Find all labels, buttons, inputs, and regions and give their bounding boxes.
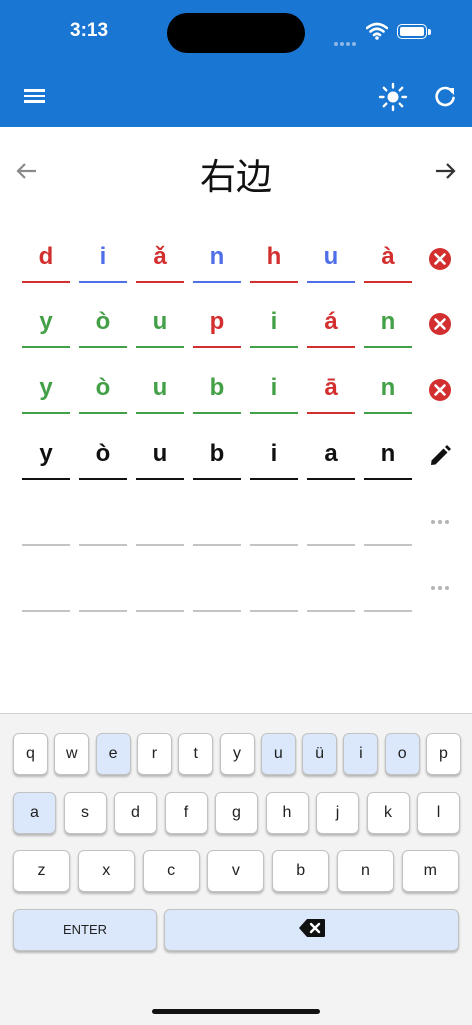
close-circle-icon [429, 379, 451, 401]
letter-cell [193, 564, 241, 612]
cellular-signal-icon [334, 33, 358, 51]
app-bar: 3:13 [0, 0, 472, 127]
more-horizontal-icon [431, 520, 449, 524]
key-p[interactable]: p [426, 733, 461, 775]
key-z[interactable]: z [13, 850, 70, 892]
letter-cell: ò [79, 366, 127, 414]
letter-cell: y [22, 366, 70, 414]
key-l[interactable]: l [417, 792, 460, 834]
key-f[interactable]: f [164, 792, 208, 834]
close-circle-icon [429, 248, 451, 270]
letter-cell: b [193, 432, 241, 480]
letter-cell [250, 564, 298, 612]
letter-cell: ò [79, 432, 127, 480]
wifi-icon [366, 22, 388, 40]
key-n[interactable]: n [337, 850, 394, 892]
letter-cell: y [22, 300, 70, 348]
backspace-button[interactable] [164, 909, 459, 951]
letter-cell: i [79, 235, 127, 283]
letter-cell [307, 564, 355, 612]
letter-cell [307, 498, 355, 546]
letter-cell: á [307, 300, 355, 348]
letter-cell: y [22, 432, 70, 480]
letter-cell: h [250, 235, 298, 283]
letter-cell: ǎ [136, 235, 184, 283]
key-v[interactable]: v [207, 850, 265, 892]
key-q[interactable]: q [13, 733, 48, 775]
letter-cell: i [250, 366, 298, 414]
key-w[interactable]: w [54, 733, 90, 775]
key-b[interactable]: b [272, 850, 330, 892]
letter-cell [193, 498, 241, 546]
letter-cell [250, 498, 298, 546]
more-horizontal-icon [431, 586, 449, 590]
letter-cell: n [193, 235, 241, 283]
letter-cell: b [193, 366, 241, 414]
key-j[interactable]: j [316, 792, 359, 834]
letter-cell [22, 564, 70, 612]
letter-cell: n [364, 432, 412, 480]
key-ü[interactable]: ü [302, 733, 338, 775]
close-circle-icon [429, 313, 451, 335]
key-y[interactable]: y [219, 733, 255, 775]
letter-cell [136, 564, 184, 612]
letter-cell: u [307, 235, 355, 283]
letter-cell: u [136, 366, 184, 414]
home-indicator [152, 1009, 320, 1014]
letter-cell: i [250, 300, 298, 348]
key-m[interactable]: m [401, 850, 459, 892]
sun-icon[interactable] [378, 82, 408, 112]
backspace-icon [298, 919, 325, 938]
arrow-right-icon[interactable] [432, 158, 458, 184]
battery-icon [397, 24, 431, 39]
key-c[interactable]: c [142, 850, 200, 892]
letter-cell: d [22, 235, 70, 283]
key-o[interactable]: o [384, 733, 420, 775]
pinyin-keyboard: q w e r t y u ü i o p a s d f g h j k l z x c v b n m ENTER [0, 713, 472, 1025]
letter-cell: n [364, 366, 412, 414]
letter-cell: ā [307, 366, 355, 414]
key-t[interactable]: t [178, 733, 214, 775]
key-i[interactable]: i [343, 733, 379, 775]
letter-cell: n [364, 300, 412, 348]
letter-cell: u [136, 300, 184, 348]
letter-cell [364, 498, 412, 546]
letter-cell [79, 498, 127, 546]
letter-cell [136, 498, 184, 546]
menu-icon[interactable] [22, 86, 48, 112]
page-title: 右边 [199, 157, 272, 198]
key-e[interactable]: e [95, 733, 131, 775]
enter-button[interactable]: ENTER [13, 909, 157, 951]
pencil-icon[interactable] [428, 444, 452, 468]
key-u[interactable]: u [260, 733, 296, 775]
letter-cell [364, 564, 412, 612]
key-g[interactable]: g [215, 792, 258, 834]
letter-cell: ò [79, 300, 127, 348]
letter-cell [22, 498, 70, 546]
letter-cell [79, 564, 127, 612]
key-d[interactable]: d [114, 792, 157, 834]
dynamic-island [167, 13, 305, 53]
letter-cell: p [193, 300, 241, 348]
letter-cell: a [307, 432, 355, 480]
key-r[interactable]: r [136, 733, 172, 775]
key-a[interactable]: a [13, 792, 56, 834]
key-h[interactable]: h [265, 792, 309, 834]
key-k[interactable]: k [366, 792, 410, 834]
key-s[interactable]: s [63, 792, 107, 834]
letter-cell: i [250, 432, 298, 480]
letter-cell: u [136, 432, 184, 480]
status-time: 3:13 [70, 20, 109, 41]
letter-cell: à [364, 235, 412, 283]
refresh-icon[interactable] [432, 84, 458, 110]
key-x[interactable]: x [77, 850, 135, 892]
